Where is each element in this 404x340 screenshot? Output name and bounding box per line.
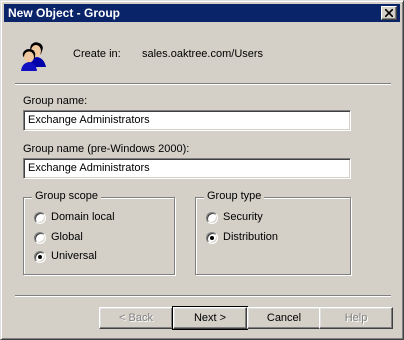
footer-divider [15,295,391,297]
group-name-pre2000-label: Group name (pre-Windows 2000): [23,143,190,155]
group-name-pre2000-input[interactable]: Exchange Administrators [23,158,351,179]
radio-label: Security [223,211,263,223]
radio-button[interactable] [34,232,46,244]
radio-label: Global [51,231,83,243]
group-icon [21,42,46,71]
radio-label: Universal [51,250,97,262]
group-name-input[interactable]: Exchange Administrators [23,110,351,131]
group-type-legend: Group type [204,190,265,202]
window-title: New Object - Group [8,6,121,20]
help-button[interactable]: Help [319,307,393,329]
header-divider [15,83,391,85]
title-bar[interactable]: New Object - Group [4,4,400,22]
group-scope-box: Group scope Domain local Global Universa… [23,190,175,275]
radio-button[interactable] [34,212,46,224]
cancel-button[interactable]: Cancel [247,307,321,329]
close-icon [385,9,393,17]
radio-label: Domain local [51,211,115,223]
close-button[interactable] [381,6,397,20]
group-name-label: Group name: [23,95,88,107]
create-in-label: Create in: [73,48,121,60]
new-object-group-dialog: New Object - Group Create in: sales.oakt… [0,0,404,340]
group-scope-legend: Group scope [32,190,101,202]
radio-button[interactable] [34,251,46,263]
back-button[interactable]: < Back [99,307,173,329]
radio-label: Distribution [223,231,279,243]
next-button[interactable]: Next > [172,306,248,330]
create-in-path: sales.oaktree.com/Users [142,48,264,60]
group-type-box: Group type Security Distribution [195,190,351,275]
radio-button[interactable] [206,212,218,224]
radio-button[interactable] [206,232,218,244]
